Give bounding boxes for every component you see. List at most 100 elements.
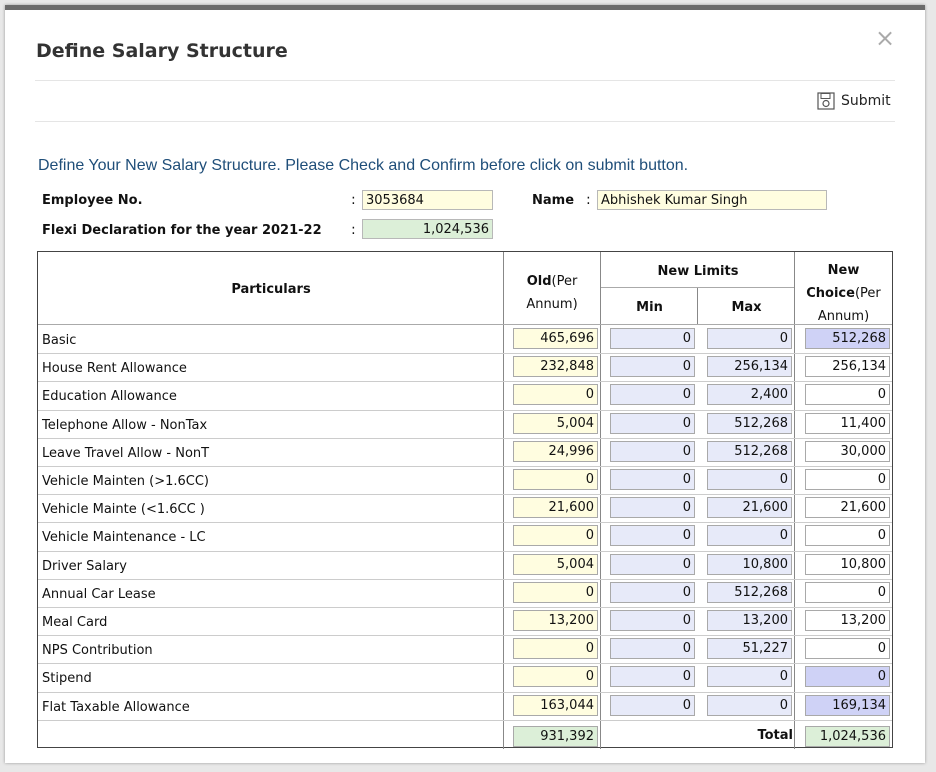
max-limit-cell: 13,200: [707, 610, 792, 631]
new-choice-input[interactable]: 0: [805, 638, 890, 659]
column-divider: [697, 288, 698, 325]
min-limit-cell: 0: [610, 413, 695, 434]
old-header-bold: Old: [526, 274, 552, 289]
new-choice-input[interactable]: 0: [805, 666, 890, 687]
new-choice-input[interactable]: 21,600: [805, 497, 890, 518]
old-amount-cell: 0: [513, 638, 598, 659]
row-divider: [38, 494, 892, 495]
new-choice-line1: New: [827, 263, 860, 278]
particular-label: Flat Taxable Allowance: [42, 700, 190, 715]
particular-label: Leave Travel Allow - NonT: [42, 446, 210, 461]
old-header: Old(Per Annum): [504, 270, 600, 316]
old-total-cell: 931,392: [513, 726, 598, 747]
header-bottom-line: [38, 324, 892, 325]
min-limit-cell: 0: [610, 525, 695, 546]
particular-label: Driver Salary: [42, 559, 127, 574]
particular-label: Stipend: [42, 671, 92, 686]
new-choice-rest: (Per: [854, 286, 881, 301]
submit-label: Submit: [841, 93, 891, 109]
row-divider: [38, 353, 892, 354]
particular-label: Basic: [42, 333, 77, 348]
salary-table: Particulars Old(Per Annum) New Limits Mi…: [37, 251, 893, 749]
row-divider: [38, 692, 892, 693]
max-limit-cell: 0: [707, 328, 792, 349]
new-choice-input[interactable]: 0: [805, 469, 890, 490]
particular-label: Vehicle Maintenance - LC: [42, 530, 206, 545]
particular-label: Vehicle Mainte (<1.6CC ): [42, 502, 205, 517]
column-divider: [794, 252, 795, 749]
row-divider: [38, 663, 892, 664]
min-limit-cell: 0: [610, 441, 695, 462]
submit-button[interactable]: Submit: [817, 90, 891, 112]
row-divider: [38, 522, 892, 523]
new-choice-input[interactable]: 169,134: [805, 695, 890, 716]
particular-label: Telephone Allow - NonTax: [42, 418, 208, 433]
new-choice-input[interactable]: 512,268: [805, 328, 890, 349]
old-amount-cell: 163,044: [513, 695, 598, 716]
particular-label: Annual Car Lease: [42, 587, 156, 602]
old-amount-cell: 5,004: [513, 554, 598, 575]
column-divider: [600, 252, 601, 749]
old-header-rest: (Per: [551, 274, 578, 289]
old-amount-cell: 13,200: [513, 610, 598, 631]
row-divider: [38, 720, 892, 721]
salary-structure-dialog: Define Salary Structure × Submit Define …: [5, 5, 925, 763]
min-limit-cell: 0: [610, 610, 695, 631]
max-limit-cell: 0: [707, 695, 792, 716]
new-choice-input[interactable]: 0: [805, 582, 890, 603]
min-limit-cell: 0: [610, 666, 695, 687]
row-divider: [38, 466, 892, 467]
employee-no-label: Employee No.: [42, 193, 143, 208]
row-divider: [38, 607, 892, 608]
old-amount-cell: 0: [513, 525, 598, 546]
flexi-declaration-field[interactable]: 1,024,536: [362, 219, 493, 239]
new-limits-header: New Limits: [657, 264, 739, 279]
flexi-declaration-label: Flexi Declaration for the year 2021-22: [42, 223, 322, 238]
new-choice-input[interactable]: 0: [805, 525, 890, 546]
colon: :: [351, 192, 356, 208]
max-limit-cell: 2,400: [707, 384, 792, 405]
new-total-cell: 1,024,536: [805, 726, 890, 747]
particular-label: Vehicle Mainten (>1.6CC): [42, 474, 209, 489]
min-header: Min: [636, 300, 663, 315]
close-icon[interactable]: ×: [875, 24, 895, 52]
max-limit-cell: 21,600: [707, 497, 792, 518]
max-limit-cell: 512,268: [707, 582, 792, 603]
max-limit-cell: 0: [707, 525, 792, 546]
total-label: Total: [757, 728, 793, 743]
particular-label: Education Allowance: [42, 389, 177, 404]
min-limit-cell: 0: [610, 469, 695, 490]
employee-name-field[interactable]: Abhishek Kumar Singh: [597, 190, 827, 210]
particular-label: Meal Card: [42, 615, 108, 630]
new-choice-input[interactable]: 11,400: [805, 413, 890, 434]
employee-no-field[interactable]: 3053684: [362, 190, 493, 210]
max-limit-cell: 0: [707, 666, 792, 687]
new-choice-input[interactable]: 30,000: [805, 441, 890, 462]
old-amount-cell: 21,600: [513, 497, 598, 518]
save-icon: [817, 92, 835, 110]
new-choice-input[interactable]: 0: [805, 384, 890, 405]
name-label: Name: [532, 193, 575, 208]
column-divider: [503, 252, 504, 749]
colon: :: [586, 192, 591, 208]
min-limit-cell: 0: [610, 695, 695, 716]
new-choice-input[interactable]: 256,134: [805, 356, 890, 377]
min-limit-cell: 0: [610, 384, 695, 405]
max-limit-cell: 512,268: [707, 413, 792, 434]
particular-label: NPS Contribution: [42, 643, 153, 658]
max-limit-cell: 0: [707, 469, 792, 490]
max-header: Max: [731, 300, 762, 315]
old-amount-cell: 0: [513, 469, 598, 490]
new-choice-input[interactable]: 13,200: [805, 610, 890, 631]
colon: :: [351, 222, 356, 238]
min-limit-cell: 0: [610, 356, 695, 377]
new-choice-input[interactable]: 10,800: [805, 554, 890, 575]
max-limit-cell: 512,268: [707, 441, 792, 462]
old-amount-cell: 465,696: [513, 328, 598, 349]
dialog-title: Define Salary Structure: [36, 40, 288, 62]
particulars-header: Particulars: [231, 282, 311, 297]
instruction-text: Define Your New Salary Structure. Please…: [38, 157, 689, 174]
max-limit-cell: 10,800: [707, 554, 792, 575]
max-limit-cell: 256,134: [707, 356, 792, 377]
old-amount-cell: 232,848: [513, 356, 598, 377]
